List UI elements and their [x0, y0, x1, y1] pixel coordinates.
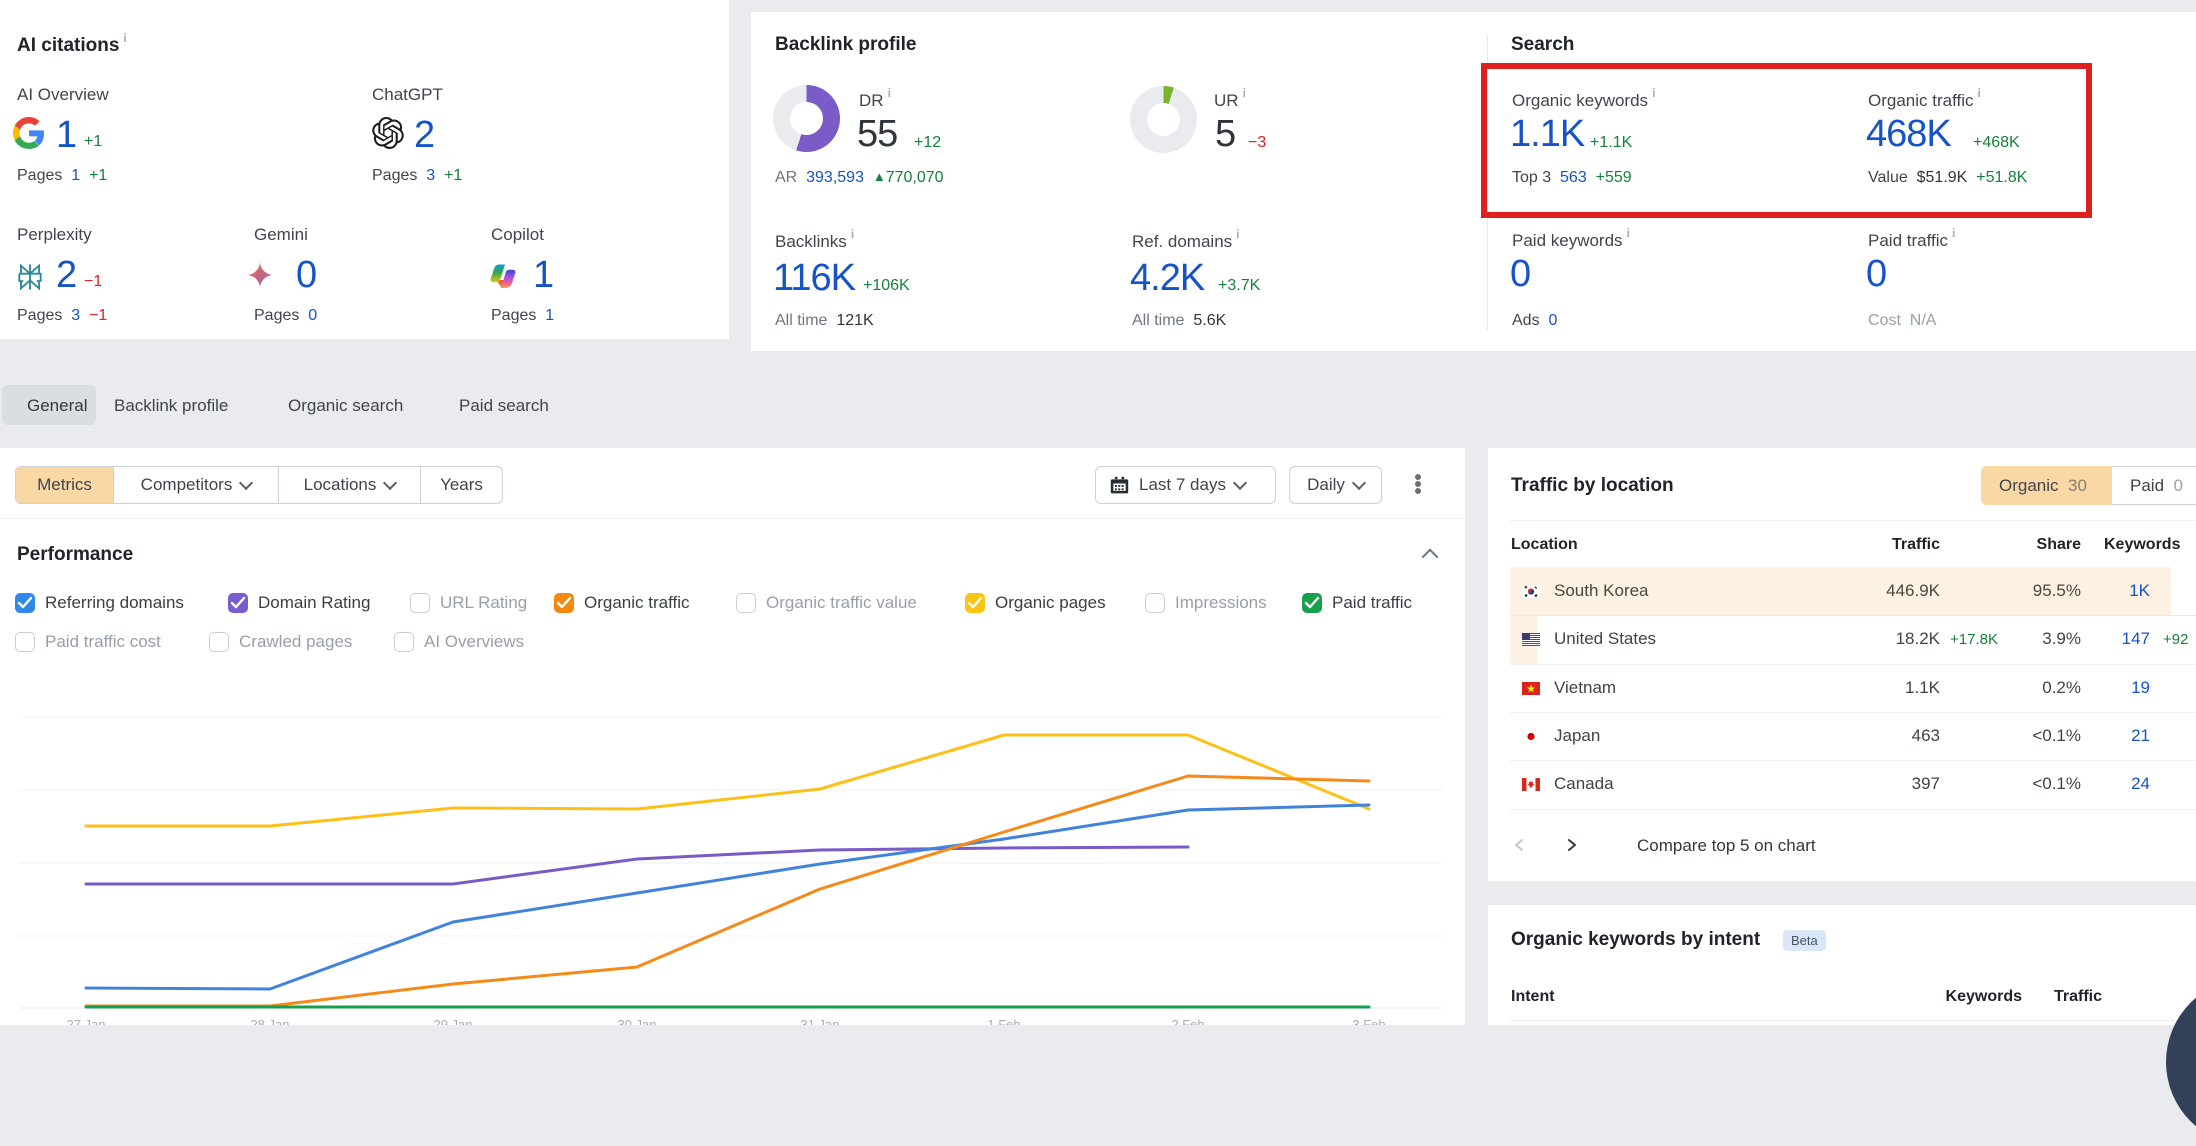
svg-text:1 Feb: 1 Feb [987, 1017, 1020, 1025]
svg-text:3 Feb: 3 Feb [1352, 1017, 1385, 1025]
svg-text:29 Jan: 29 Jan [433, 1017, 472, 1025]
svg-text:31 Jan: 31 Jan [800, 1017, 839, 1025]
svg-text:2 Feb: 2 Feb [1171, 1017, 1204, 1025]
svg-text:30 Jan: 30 Jan [617, 1017, 656, 1025]
svg-text:27 Jan: 27 Jan [66, 1017, 105, 1025]
svg-text:28 Jan: 28 Jan [250, 1017, 289, 1025]
